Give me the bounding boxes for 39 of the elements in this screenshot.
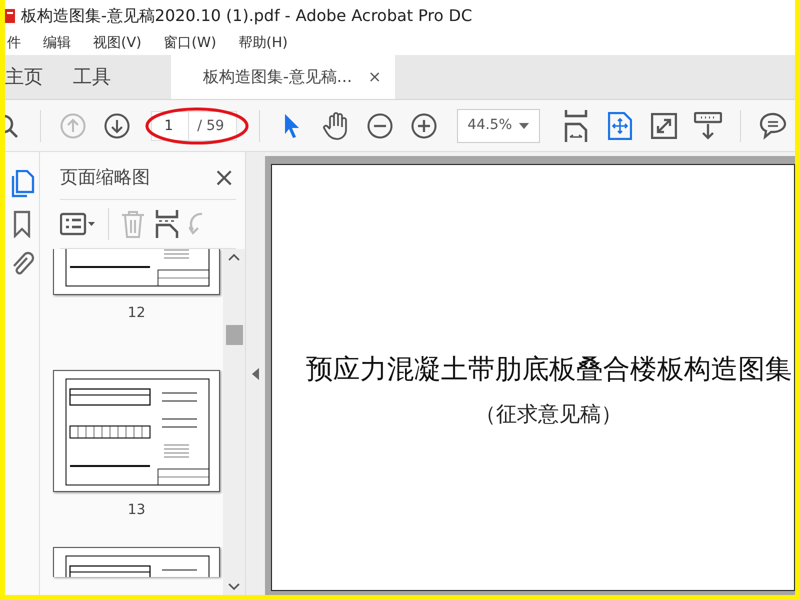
window-title: 板构造图集-意见稿2020.10 (1).pdf - Adobe Acrobat Pro DC [21, 5, 472, 27]
hand-icon[interactable] [323, 112, 350, 140]
page-scroll-icon[interactable] [564, 110, 588, 142]
zoom-out-icon[interactable] [367, 112, 394, 138]
keyboard-down-icon[interactable] [694, 112, 722, 140]
caret-icon [518, 122, 529, 128]
nav-tab[interactable]: 主页 [5, 55, 61, 99]
menu-item[interactable]: 窗口(W) [164, 33, 216, 54]
options-menu-icon[interactable] [60, 211, 96, 237]
document-title: 预应力混凝土带肋底板叠合楼板构造图集 [306, 353, 792, 387]
page-thumbnail[interactable] [53, 249, 220, 295]
scroll-up-icon[interactable] [228, 253, 240, 261]
menu-item[interactable]: 编辑 [43, 33, 71, 54]
zoom-in-icon[interactable] [411, 112, 438, 138]
page-number-label: 13 [128, 501, 146, 520]
close-tab-button[interactable]: × [368, 65, 382, 89]
close-panel-button[interactable]: × [213, 164, 235, 190]
collapse-panel-icon[interactable] [252, 368, 259, 380]
speech-bubble-icon[interactable] [758, 112, 787, 140]
scrollbar-thumb[interactable] [226, 325, 243, 345]
scroll-down-icon[interactable] [228, 583, 240, 591]
page-thumbnail[interactable] [53, 370, 220, 492]
fit-page-icon[interactable] [608, 112, 632, 140]
vertical-scrollbar[interactable] [223, 249, 245, 595]
page-thumbnail[interactable] [53, 547, 220, 577]
page-number-label: 12 [128, 304, 146, 323]
expand-icon[interactable] [650, 112, 677, 138]
panel-title: 页面缩略图 [60, 166, 150, 190]
pages-icon[interactable] [9, 170, 35, 198]
nav-tab[interactable]: 工具 [73, 55, 129, 99]
document-subtitle: （征求意见稿） [475, 400, 622, 428]
document-tab[interactable]: 板构造图集-意见稿... × [171, 55, 396, 99]
menu-item[interactable]: 视图(V) [93, 33, 142, 54]
zoom-dropdown[interactable]: 44.5% [456, 108, 540, 142]
cursor-arrow-icon[interactable] [283, 112, 302, 138]
insert-pages-icon[interactable] [155, 210, 179, 238]
page-count: / 59 [189, 110, 238, 140]
menu-item[interactable]: 件 [7, 33, 21, 54]
menu-item[interactable]: 帮助(H) [238, 33, 288, 54]
